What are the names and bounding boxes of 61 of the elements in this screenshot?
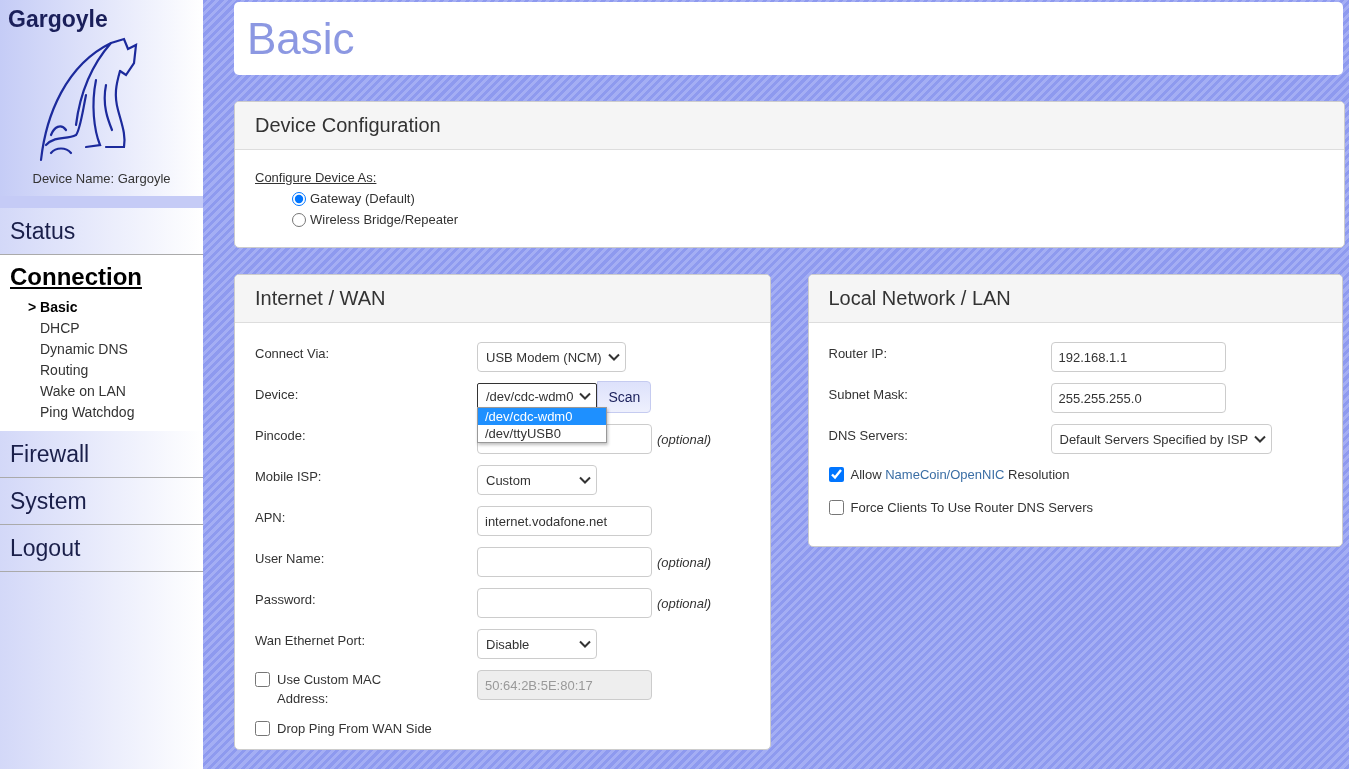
card-title: Internet / WAN <box>255 287 386 310</box>
field-label: DNS Servers: <box>828 427 909 445</box>
nav-link[interactable]: Status <box>10 218 76 245</box>
nav-link[interactable]: Firewall <box>10 441 90 468</box>
nav-sub-link[interactable]: Ping Watchdog <box>28 404 135 420</box>
dropdown-select[interactable]: Disable <box>477 629 597 659</box>
nav-sub-link[interactable]: Wake on LAN <box>28 383 126 399</box>
radio-button[interactable] <box>292 212 306 227</box>
field-label: Connect Via: <box>255 345 331 363</box>
field-label: Wan Ethernet Port: <box>255 632 367 650</box>
checkbox-label: Allow NameCoin/OpenNIC Resolution <box>850 466 1070 484</box>
nav-sub-link[interactable]: DHCP <box>28 320 80 336</box>
field-label: Router IP: <box>828 345 889 363</box>
radio-button[interactable] <box>292 191 306 206</box>
configure-prompt: Configure Device As: <box>255 170 378 185</box>
nav-link[interactable]: Connection <box>10 263 142 291</box>
field-label: Password: <box>255 591 317 609</box>
checkbox-label: Use Custom MAC Address: <box>277 671 383 708</box>
optional-note: (optional) <box>657 596 712 611</box>
card-title: Device Configuration <box>255 114 441 137</box>
checkbox[interactable] <box>828 500 844 515</box>
text-field[interactable]: 255.255.255.0 <box>1050 383 1226 413</box>
text-field[interactable] <box>477 547 652 577</box>
checkbox[interactable] <box>828 467 844 482</box>
chevron-icon <box>579 476 591 484</box>
optional-note: (optional) <box>657 555 712 570</box>
nav-link[interactable]: System <box>10 488 87 515</box>
dropdown-option[interactable]: /dev/ttyUSB0 <box>478 425 606 442</box>
field-label: APN: <box>255 509 287 527</box>
nav-sub-link[interactable]: Routing <box>28 362 89 378</box>
dropdown-select[interactable]: Custom <box>477 465 597 495</box>
dropdown-select[interactable]: USB Modem (NCM) <box>477 342 626 372</box>
card-title: Local Network / LAN <box>828 287 1011 310</box>
namecoin-link[interactable]: NameCoin/OpenNIC <box>885 467 1005 482</box>
brand-title: Gargoyle <box>7 5 109 33</box>
radio-label: Gateway (Default) <box>310 191 415 206</box>
device-name: Device Name: Gargoyle <box>31 171 172 186</box>
scan-button[interactable]: Scan <box>597 381 652 413</box>
checkbox[interactable] <box>255 721 270 736</box>
chevron-icon <box>1254 435 1267 443</box>
field-label: Mobile ISP: <box>255 468 323 486</box>
field-label: Device: <box>255 386 300 404</box>
dropdown-select[interactable]: Default Servers Specified by ISP <box>1050 424 1273 454</box>
checkbox-label: Force Clients To Use Router DNS Servers <box>850 499 1093 517</box>
chevron-icon <box>579 640 591 648</box>
nav-sub-link[interactable]: Dynamic DNS <box>28 341 128 357</box>
field-label: Pincode: <box>255 427 307 445</box>
nav-sub-link[interactable]: > Basic <box>28 299 78 315</box>
device-select[interactable]: /dev/cdc-wdm0 <box>477 383 598 409</box>
optional-note: (optional) <box>657 432 712 447</box>
field-label: User Name: <box>255 550 326 568</box>
text-field[interactable] <box>477 588 652 618</box>
chevron-icon <box>579 392 592 400</box>
text-field[interactable]: internet.vodafone.net <box>477 506 652 536</box>
nav-link[interactable]: Logout <box>10 535 81 562</box>
field-label: Subnet Mask: <box>828 386 909 404</box>
page-title: Basic <box>247 13 355 64</box>
chevron-icon <box>607 353 620 361</box>
radio-label: Wireless Bridge/Repeater <box>310 212 459 227</box>
text-field[interactable]: 192.168.1.1 <box>1050 342 1226 372</box>
checkbox-label: Drop Ping From WAN Side <box>277 720 432 738</box>
